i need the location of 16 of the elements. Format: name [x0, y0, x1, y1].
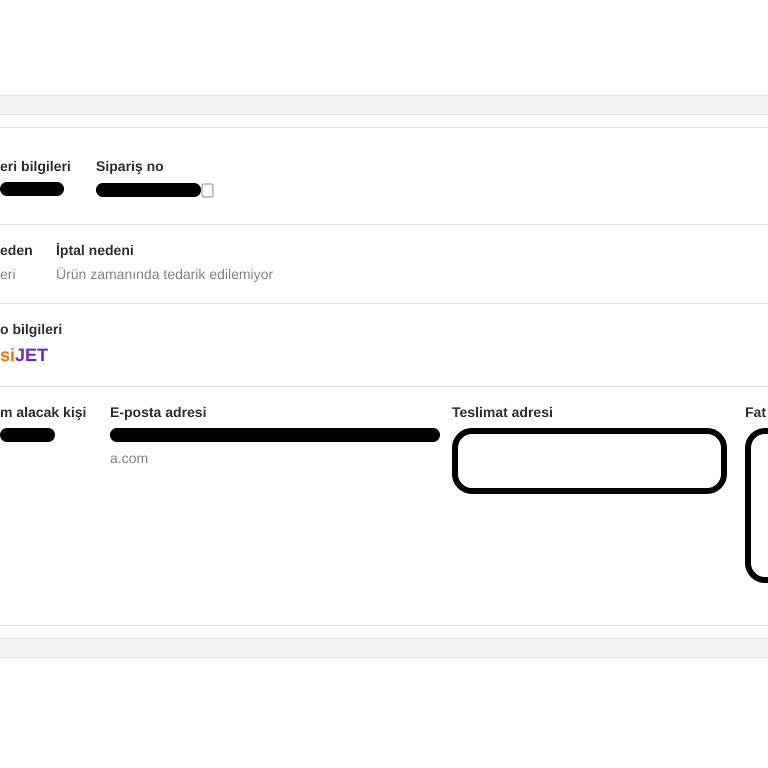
field-value: a.com: [110, 450, 150, 466]
field-label: Sipariş no: [96, 158, 165, 174]
field-label: o bilgileri: [0, 321, 62, 337]
carrier-logo: siJET: [0, 345, 50, 366]
copy-icon[interactable]: [201, 182, 214, 198]
field-value: Ürün zamanında tedarik edilemiyor: [56, 266, 274, 282]
field-label: m alacak kişi: [0, 404, 86, 420]
field-label: Fat: [745, 404, 767, 420]
field-value: eri: [0, 266, 17, 282]
field-label: E-posta adresi: [110, 404, 208, 420]
field-label: Teslimat adresi: [452, 404, 554, 420]
field-label: eden: [0, 242, 33, 258]
field-label: eri bilgileri: [0, 158, 71, 174]
redaction-mark: [0, 182, 64, 196]
field-label: İptal nedeni: [56, 242, 135, 258]
redaction-mark: [0, 428, 55, 442]
